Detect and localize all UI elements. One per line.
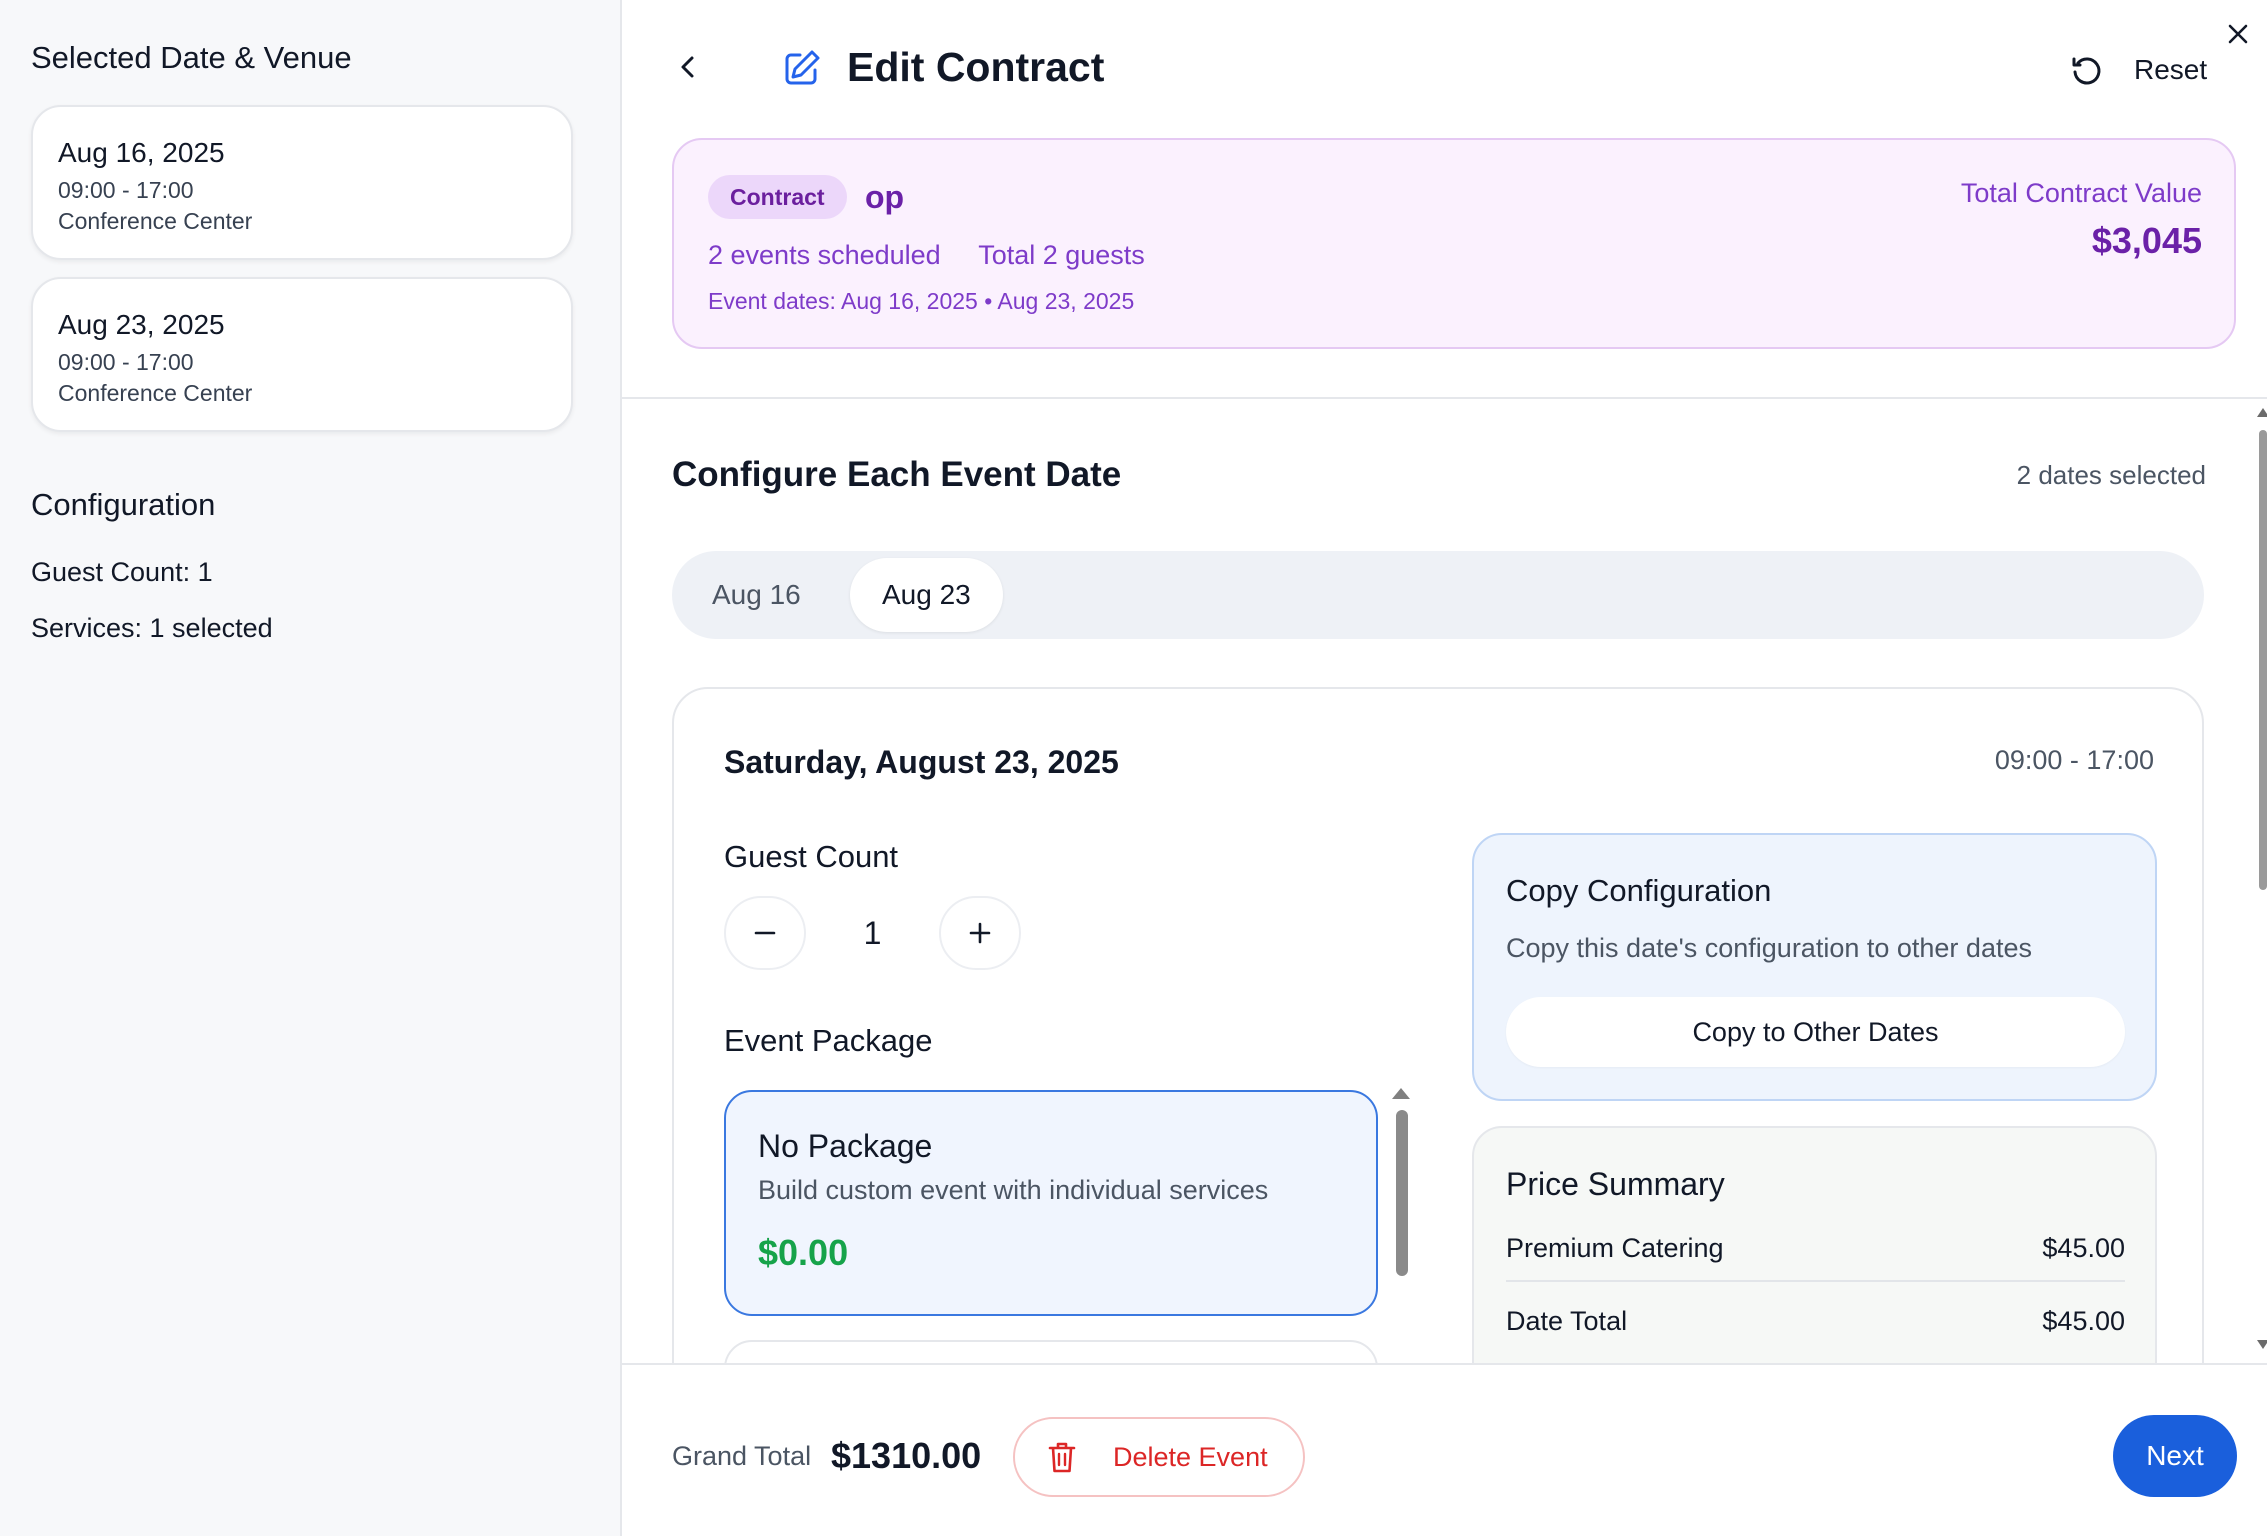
page-title: Edit Contract: [847, 44, 1105, 90]
plus-icon: [969, 922, 991, 944]
date-card-venue: Conference Center: [58, 380, 253, 406]
close-icon: [2228, 24, 2248, 44]
date-card-date: Aug 23, 2025: [58, 309, 225, 340]
minus-icon: [754, 931, 776, 935]
contract-badge: Contract: [708, 175, 847, 219]
price-divider: [1506, 1280, 2125, 1282]
configure-scroll-area[interactable]: Configure Each Event Date 2 dates select…: [622, 399, 2267, 1363]
date-card-venue: Conference Center: [58, 208, 253, 234]
date-tabs: Aug 16 Aug 23: [672, 551, 2204, 639]
guest-count-label: Guest Count: [724, 839, 899, 874]
client-name: op: [865, 179, 905, 215]
grand-total-label: Grand Total: [672, 1441, 812, 1471]
trash-icon: [1048, 1442, 1076, 1473]
total-contract-value: $3,045: [2091, 220, 2202, 261]
copy-to-other-dates-button[interactable]: Copy to Other Dates: [1506, 997, 2125, 1067]
copy-configuration-description: Copy this date's configuration to other …: [1506, 933, 2032, 963]
configuration-services: Services: 1 selected: [31, 613, 273, 643]
package-list-scrollbar[interactable]: [1392, 1084, 1410, 1363]
price-row: Premium Catering $45.00: [1506, 1233, 2125, 1264]
panel-date-title: Saturday, August 23, 2025: [724, 744, 1119, 780]
guest-count-increment-button[interactable]: [939, 896, 1021, 970]
guest-count-decrement-button[interactable]: [724, 896, 806, 970]
event-package-label: Event Package: [724, 1023, 933, 1058]
date-card-time: 09:00 - 17:00: [58, 349, 194, 375]
scrollbar-thumb[interactable]: [1396, 1110, 1408, 1276]
tab-aug-16[interactable]: Aug 16: [680, 558, 833, 632]
package-option-no-package[interactable]: No Package Build custom event with indiv…: [724, 1090, 1378, 1316]
close-button[interactable]: [2220, 16, 2256, 52]
copy-configuration-card: Copy Configuration Copy this date's conf…: [1472, 833, 2157, 1101]
package-option[interactable]: [724, 1340, 1378, 1363]
date-card-time: 09:00 - 17:00: [58, 177, 194, 203]
configuration-title: Configuration: [31, 487, 216, 522]
total-guests: Total 2 guests: [978, 240, 1145, 270]
events-scheduled: 2 events scheduled: [708, 240, 941, 270]
delete-event-button[interactable]: Delete Event: [1013, 1417, 1305, 1497]
package-name: No Package: [758, 1128, 933, 1164]
scroll-up-arrow-icon[interactable]: [1392, 1088, 1410, 1099]
section-title: Configure Each Event Date: [672, 455, 1122, 494]
event-dates: Event dates: Aug 16, 2025 • Aug 23, 2025: [708, 288, 1135, 314]
dates-selected-count: 2 dates selected: [2016, 460, 2206, 490]
next-button[interactable]: Next: [2113, 1415, 2237, 1497]
total-contract-value-label: Total Contract Value: [1960, 178, 2202, 208]
price-row-label: Premium Catering: [1506, 1233, 1724, 1263]
main-panel: Edit Contract Reset Contract op 2 events…: [622, 0, 2267, 1536]
package-price: $0.00: [758, 1232, 849, 1273]
date-card-aug-23[interactable]: Aug 23, 2025 09:00 - 17:00 Conference Ce…: [31, 277, 573, 432]
price-row-value: $45.00: [2042, 1233, 2125, 1263]
chevron-left-icon: [681, 56, 694, 78]
package-description: Build custom event with individual servi…: [758, 1175, 1269, 1205]
guest-count-value[interactable]: 1: [806, 896, 939, 970]
footer-bar: Grand Total $1310.00 Delete Event Next: [622, 1363, 2267, 1536]
date-card-date: Aug 16, 2025: [58, 137, 225, 168]
contract-summary-banner: Contract op 2 events scheduled Total 2 g…: [672, 138, 2236, 349]
reset-label: Reset: [2134, 54, 2208, 85]
price-summary-title: Price Summary: [1506, 1166, 1725, 1202]
price-summary-card: Price Summary Premium Catering $45.00 Da…: [1472, 1126, 2157, 1363]
scroll-up-arrow-icon[interactable]: [2257, 408, 2267, 417]
configuration-guest-count: Guest Count: 1: [31, 557, 213, 587]
reset-button[interactable]: Reset: [2070, 48, 2207, 92]
sidebar: Selected Date & Venue Aug 16, 2025 09:00…: [0, 0, 622, 1536]
contract-stats: 2 events scheduled Total 2 guests: [708, 240, 1145, 271]
date-config-panel: Saturday, August 23, 2025 09:00 - 17:00 …: [672, 687, 2204, 1363]
copy-configuration-title: Copy Configuration: [1506, 873, 1772, 908]
price-row-total: Date Total $45.00: [1506, 1306, 2125, 1337]
grand-total-value: $1310.00: [831, 1435, 982, 1476]
price-row-value: $45.00: [2042, 1306, 2125, 1336]
edit-icon: [785, 50, 820, 85]
main-scrollbar[interactable]: [2256, 400, 2267, 1362]
price-row-label: Date Total: [1506, 1306, 1628, 1336]
reset-icon: [2072, 57, 2101, 85]
sidebar-title: Selected Date & Venue: [31, 40, 352, 75]
scrollbar-thumb[interactable]: [2259, 430, 2267, 890]
date-card-aug-16[interactable]: Aug 16, 2025 09:00 - 17:00 Conference Ce…: [31, 105, 573, 260]
back-button[interactable]: [669, 48, 707, 86]
panel-time: 09:00 - 17:00: [1994, 745, 2154, 775]
delete-event-label: Delete Event: [1113, 1441, 1268, 1472]
tab-aug-23[interactable]: Aug 23: [850, 558, 1003, 632]
scroll-down-arrow-icon[interactable]: [2257, 1340, 2267, 1349]
